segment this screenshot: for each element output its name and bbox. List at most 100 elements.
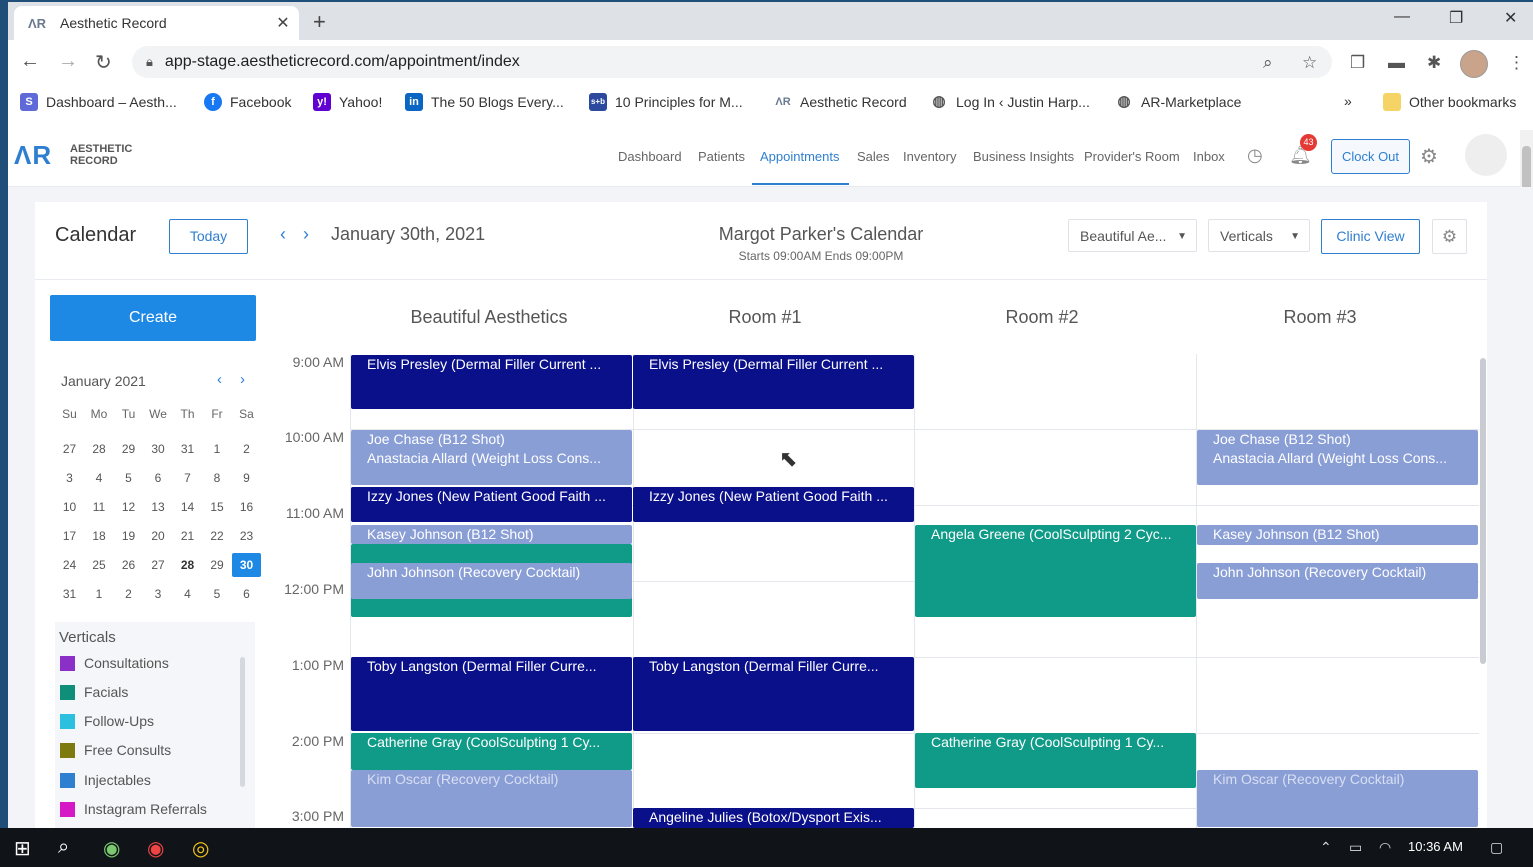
aesthetic-record-logo-icon[interactable]: ΛR: [14, 140, 52, 171]
mini-day[interactable]: 6: [144, 466, 173, 490]
mini-day[interactable]: 7: [173, 466, 202, 490]
bookmark-aesthetic-record[interactable]: ΛR Aesthetic Record: [774, 93, 906, 111]
chevron-up-icon[interactable]: ⌃: [1320, 839, 1332, 856]
back-icon[interactable]: ←: [20, 50, 40, 73]
appointment-block[interactable]: Toby Langston (Dermal Filler Curre...: [351, 657, 632, 731]
appointment-block[interactable]: Joe Chase (B12 Shot) Anastacia Allard (We…: [1197, 430, 1478, 485]
bookmark-star-icon[interactable]: ☆: [1302, 53, 1317, 73]
appointment-block[interactable]: Kim Oscar (Recovery Cocktail): [351, 770, 632, 827]
mini-day[interactable]: 2: [114, 582, 143, 606]
gear-icon[interactable]: ⚙: [1420, 144, 1438, 169]
notifications-icon[interactable]: ▢: [1490, 839, 1503, 856]
chevron-right-icon[interactable]: ›: [303, 224, 309, 245]
mini-day[interactable]: 31: [55, 582, 84, 606]
nav-sales[interactable]: Sales: [857, 149, 890, 164]
nav-providers-room[interactable]: Provider's Room: [1084, 149, 1180, 164]
mini-day[interactable]: 10: [55, 495, 84, 519]
clinic-select[interactable]: Beautiful Ae... ▼: [1068, 219, 1197, 252]
mini-day[interactable]: 31: [173, 437, 202, 461]
mini-day[interactable]: 8: [203, 466, 232, 490]
nav-appointments[interactable]: Appointments: [760, 149, 840, 164]
menu-kebab-icon[interactable]: ⋮: [1508, 53, 1525, 73]
mini-day[interactable]: 5: [203, 582, 232, 606]
appointment-block[interactable]: Angeline Julies (Botox/Dysport Exis...: [633, 808, 914, 828]
app-icon[interactable]: ◉: [103, 836, 120, 861]
taskbar-clock[interactable]: 10:36 AM: [1408, 839, 1463, 854]
vertical-consultations[interactable]: Consultations: [60, 655, 169, 671]
mini-day[interactable]: 25: [85, 553, 114, 577]
appointment-block[interactable]: Elvis Presley (Dermal Filler Current ...: [351, 355, 632, 409]
nav-inbox[interactable]: Inbox: [1193, 149, 1225, 164]
appointment-block[interactable]: Catherine Gray (CoolSculpting 1 Cy...: [915, 733, 1196, 788]
appointment-block[interactable]: John Johnson (Recovery Cocktail): [1197, 563, 1478, 599]
mini-day[interactable]: 20: [144, 524, 173, 548]
mini-day[interactable]: 1: [85, 582, 114, 606]
mini-day[interactable]: 13: [144, 495, 173, 519]
calendar-scrollbar[interactable]: [1480, 358, 1486, 664]
mini-day[interactable]: 4: [85, 466, 114, 490]
appointment-block[interactable]: John Johnson (Recovery Cocktail): [351, 563, 632, 599]
appointment-block[interactable]: Izzy Jones (New Patient Good Faith ...: [633, 487, 914, 522]
vertical-instagram-referrals[interactable]: Instagram Referrals: [60, 801, 207, 817]
mini-prev-month-icon[interactable]: ‹: [217, 371, 222, 388]
more-bookmarks-icon[interactable]: »: [1344, 93, 1352, 109]
mini-day-selected[interactable]: 30: [232, 553, 261, 577]
appointment-block[interactable]: Angela Greene (CoolSculpting 2 Cyc...: [915, 525, 1196, 617]
mini-day[interactable]: 29: [203, 553, 232, 577]
appointment-block[interactable]: Kasey Johnson (B12 Shot): [1197, 525, 1478, 545]
mini-day[interactable]: 6: [232, 582, 261, 606]
mini-day[interactable]: 21: [173, 524, 202, 548]
forward-icon[interactable]: →: [58, 50, 78, 73]
close-tab-icon[interactable]: ✕: [273, 13, 293, 33]
bookmark-log-in[interactable]: ◍ Log In ‹ Justin Harp...: [930, 93, 1089, 111]
bookmark-facebook[interactable]: f Facebook: [204, 93, 291, 111]
verticals-scrollbar[interactable]: [240, 657, 245, 787]
mini-day[interactable]: 5: [114, 466, 143, 490]
mini-day[interactable]: 16: [232, 495, 261, 519]
today-button[interactable]: Today: [169, 219, 248, 254]
mini-day-today[interactable]: 28: [173, 553, 202, 577]
mini-day[interactable]: 23: [232, 524, 261, 548]
mini-day[interactable]: 18: [85, 524, 114, 548]
windows-start-icon[interactable]: ⊞: [14, 836, 31, 861]
vertical-facials[interactable]: Facials: [60, 684, 128, 700]
mini-day[interactable]: 17: [55, 524, 84, 548]
mini-day[interactable]: 19: [114, 524, 143, 548]
clock-icon[interactable]: ◷: [1247, 145, 1263, 166]
browser-profile-avatar[interactable]: [1460, 50, 1488, 78]
bookmark-ar-marketplace[interactable]: ◍ AR-Marketplace: [1115, 93, 1241, 111]
extension-box-icon[interactable]: ▬: [1388, 53, 1405, 73]
bookmark-yahoo[interactable]: y! Yahoo!: [313, 93, 382, 111]
appointment-block[interactable]: Elvis Presley (Dermal Filler Current ...: [633, 355, 914, 409]
search-icon[interactable]: ⌕: [58, 836, 69, 859]
mini-day[interactable]: 26: [114, 553, 143, 577]
bookmark-10-principles[interactable]: s+b 10 Principles for M...: [589, 93, 743, 111]
other-bookmarks[interactable]: Other bookmarks: [1383, 93, 1516, 111]
calendar-settings-gear-icon[interactable]: ⚙: [1432, 219, 1467, 254]
chevron-left-icon[interactable]: ‹: [280, 224, 286, 245]
mini-day[interactable]: 3: [55, 466, 84, 490]
browser-tab[interactable]: ΛR Aesthetic Record ✕: [14, 6, 299, 40]
chrome-icon[interactable]: ◎: [192, 836, 209, 861]
vertical-free-consults[interactable]: Free Consults: [60, 742, 171, 758]
appointment-block[interactable]: Kasey Johnson (B12 Shot): [351, 525, 632, 544]
restore-icon[interactable]: ❐: [1449, 8, 1463, 28]
vertical-injectables[interactable]: Injectables: [60, 772, 151, 788]
appointment-block[interactable]: Joe Chase (B12 Shot) Anastacia Allard (We…: [351, 430, 632, 485]
vertical-follow-ups[interactable]: Follow-Ups: [60, 713, 154, 729]
mini-day[interactable]: 22: [203, 524, 232, 548]
mini-day[interactable]: 27: [144, 553, 173, 577]
extension-icon[interactable]: ❒: [1350, 53, 1365, 73]
user-avatar[interactable]: [1465, 134, 1507, 176]
mini-next-month-icon[interactable]: ›: [240, 371, 245, 388]
mini-day[interactable]: 27: [55, 437, 84, 461]
appointment-block[interactable]: Izzy Jones (New Patient Good Faith ...: [351, 487, 632, 522]
mini-day[interactable]: 29: [114, 437, 143, 461]
address-bar[interactable]: 🔒︎ app-stage.aestheticrecord.com/appoint…: [132, 46, 1332, 78]
clock-out-button[interactable]: Clock Out: [1331, 139, 1410, 174]
nav-business-insights[interactable]: Business Insights: [973, 149, 1074, 164]
bookmark-50-blogs[interactable]: in The 50 Blogs Every...: [405, 93, 564, 111]
nav-inventory[interactable]: Inventory: [903, 149, 956, 164]
wifi-icon[interactable]: ◠: [1379, 839, 1391, 856]
verticals-select[interactable]: Verticals ▼: [1208, 219, 1310, 252]
